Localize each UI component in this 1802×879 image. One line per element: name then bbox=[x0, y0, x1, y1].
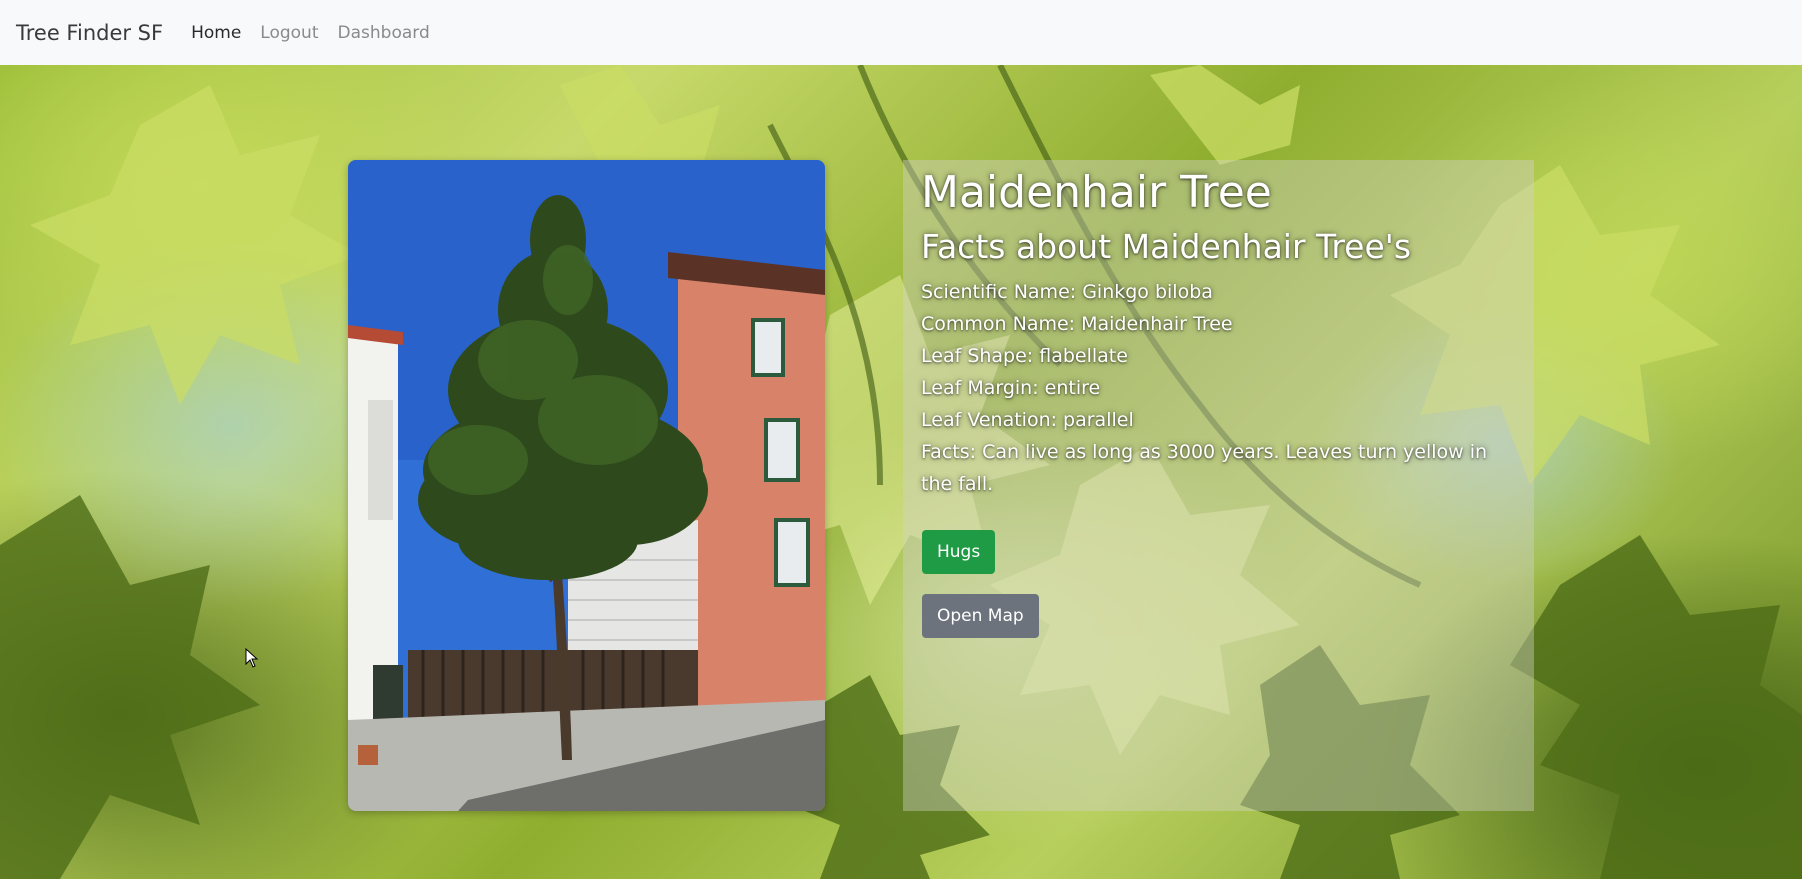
tree-info-panel: Maidenhair Tree Facts about Maidenhair T… bbox=[903, 160, 1534, 811]
mouse-cursor-icon bbox=[245, 647, 259, 672]
tree-title: Maidenhair Tree bbox=[921, 167, 1272, 218]
fact-leaf-margin: Leaf Margin: entire bbox=[921, 377, 1101, 399]
fact-common-name: Common Name: Maidenhair Tree bbox=[921, 313, 1233, 335]
navbar: Tree Finder SF Home Logout Dashboard bbox=[0, 0, 1802, 65]
brand-link[interactable]: Tree Finder SF bbox=[16, 21, 163, 45]
nav-link-dashboard[interactable]: Dashboard bbox=[338, 23, 430, 43]
fact-leaf-shape: Leaf Shape: flabellate bbox=[921, 345, 1128, 367]
tree-photo-image bbox=[348, 160, 825, 811]
tree-photo bbox=[348, 160, 825, 811]
hugs-button-row: Hugs bbox=[921, 500, 1516, 574]
hugs-button[interactable]: Hugs bbox=[922, 530, 996, 574]
leaf-background: Maidenhair Tree Facts about Maidenhair T… bbox=[0, 65, 1802, 879]
fact-leaf-venation: Leaf Venation: parallel bbox=[921, 409, 1134, 431]
map-button-row: Open Map bbox=[921, 574, 1516, 638]
facts-heading: Facts about Maidenhair Tree's bbox=[921, 227, 1412, 266]
open-map-button[interactable]: Open Map bbox=[922, 594, 1039, 638]
nav-link-logout[interactable]: Logout bbox=[260, 23, 318, 43]
nav-link-home[interactable]: Home bbox=[191, 23, 241, 43]
fact-scientific-name: Scientific Name: Ginkgo biloba bbox=[921, 281, 1213, 303]
fact-description: Facts: Can live as long as 3000 years. L… bbox=[921, 441, 1488, 495]
